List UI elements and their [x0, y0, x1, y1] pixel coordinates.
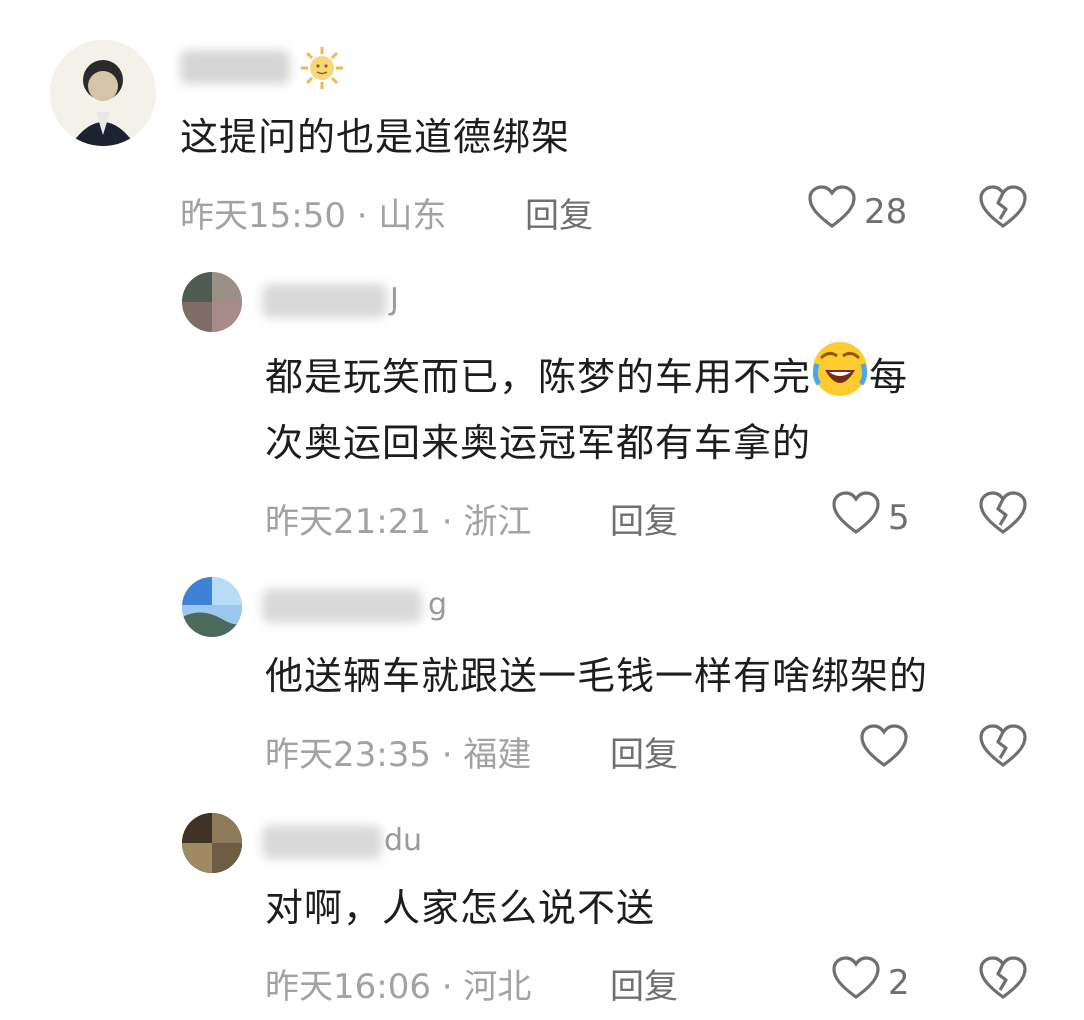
- reply-button[interactable]: 回复: [610, 494, 678, 543]
- heart-icon: [832, 491, 880, 544]
- like-button[interactable]: [860, 724, 916, 777]
- username-blurred[interactable]: [262, 825, 382, 859]
- username-blurred[interactable]: [262, 589, 422, 623]
- comment-item: 这提问的也是道德绑架 昨天15:50 · 山东 回复 28: [0, 0, 1084, 250]
- avatar[interactable]: [50, 40, 156, 146]
- laughing-crying-emoji-icon: [811, 340, 869, 414]
- like-button[interactable]: 28: [808, 185, 907, 238]
- broken-heart-icon: [979, 956, 1027, 1004]
- reply-comment-item: J 都是玩笑而已，陈梦的车用不完 每次奥运回来奥运冠军都有车拿的 昨天21:21…: [0, 250, 1084, 555]
- comment-meta: 昨天23:35 · 福建: [265, 735, 532, 775]
- like-button[interactable]: 2: [832, 956, 910, 1009]
- username-tail: du: [384, 823, 423, 858]
- dislike-button[interactable]: [979, 724, 1027, 772]
- like-count: 28: [864, 191, 908, 232]
- avatar[interactable]: [182, 813, 242, 873]
- sun-emoji-icon: [300, 46, 344, 94]
- comment-meta: 昨天21:21 · 浙江: [265, 502, 532, 542]
- dislike-button[interactable]: [979, 185, 1027, 233]
- username-tail: J: [390, 282, 399, 317]
- comment-text: 他送辆车就跟送一毛钱一样有啥绑架的: [265, 654, 929, 698]
- comment-text: 都是玩笑而已，陈梦的车用不完 每次奥运回来奥运冠军都有车拿的: [265, 340, 1045, 472]
- username-blurred[interactable]: [262, 284, 387, 318]
- heart-icon: [860, 724, 908, 777]
- reply-button[interactable]: 回复: [525, 188, 593, 237]
- broken-heart-icon: [979, 724, 1027, 772]
- reply-button[interactable]: 回复: [610, 727, 678, 776]
- reply-comment-item: du 对啊，人家怎么说不送 昨天16:06 · 河北 回复 2: [0, 795, 1084, 1020]
- like-count: 2: [888, 962, 910, 1003]
- comment-text: 这提问的也是道德绑架: [180, 115, 571, 159]
- like-button[interactable]: 5: [832, 491, 910, 544]
- username-tail: g: [428, 587, 448, 622]
- broken-heart-icon: [979, 185, 1027, 233]
- comment-text: 对啊，人家怎么说不送: [265, 886, 656, 930]
- avatar[interactable]: [182, 272, 242, 332]
- dislike-button[interactable]: [979, 956, 1027, 1004]
- comment-meta: 昨天16:06 · 河北: [265, 967, 532, 1007]
- like-count: 5: [888, 497, 910, 538]
- reply-comment-item: g 他送辆车就跟送一毛钱一样有啥绑架的 昨天23:35 · 福建 回复: [0, 555, 1084, 795]
- username-blurred[interactable]: [180, 50, 290, 84]
- dislike-button[interactable]: [979, 491, 1027, 539]
- avatar[interactable]: [182, 577, 242, 637]
- comment-meta: 昨天15:50 · 山东: [180, 196, 447, 236]
- heart-icon: [808, 185, 856, 238]
- heart-icon: [832, 956, 880, 1009]
- broken-heart-icon: [979, 491, 1027, 539]
- reply-button[interactable]: 回复: [610, 959, 678, 1008]
